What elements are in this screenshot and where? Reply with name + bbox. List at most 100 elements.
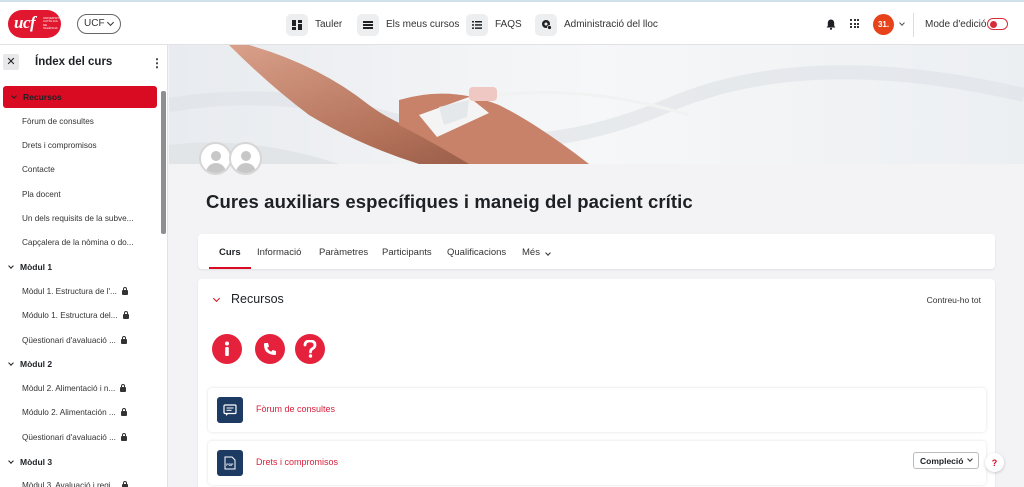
- course-image-placeholder: [229, 142, 262, 175]
- section-card: Recursos Contreu-ho tot Fòrum de consult…: [198, 279, 995, 487]
- pdf-icon: PDF: [217, 450, 243, 476]
- chevron-down-icon[interactable]: [8, 457, 14, 464]
- header-photo: [169, 45, 1024, 164]
- kebab-menu-icon[interactable]: ⋮: [151, 56, 163, 70]
- index-label: Recursos: [23, 92, 62, 102]
- courses-icon: [357, 13, 379, 36]
- admin-gear-icon: [535, 13, 557, 36]
- nav-site-admin[interactable]: Administració del lloc: [535, 12, 658, 37]
- index-item[interactable]: Drets i compromisos: [0, 135, 161, 157]
- nav-site-admin-label: Administració del lloc: [564, 19, 658, 30]
- index-label: Módulo 1. Estructura del...: [22, 311, 118, 321]
- index-label: Un dels requisits de la subve...: [22, 214, 134, 223]
- nav-dashboard[interactable]: Tauler: [286, 12, 342, 37]
- nav-dashboard-label: Tauler: [315, 19, 343, 30]
- index-section[interactable]: Recursos: [3, 86, 157, 108]
- nav-faqs[interactable]: FAQS: [466, 12, 522, 37]
- toggle-knob: [990, 20, 997, 28]
- forum-icon: [217, 397, 243, 423]
- user-avatar[interactable]: 31.: [873, 14, 894, 35]
- phone-icon[interactable]: [255, 334, 285, 364]
- course-index-drawer: ✕ Índex del curs ⋮ Recursos Fòrum de cons…: [0, 45, 168, 487]
- index-section[interactable]: Mòdul 1: [0, 256, 161, 278]
- scrollbar[interactable]: [161, 91, 166, 234]
- completion-dropdown[interactable]: Compleció: [913, 452, 980, 469]
- info-icon[interactable]: [212, 334, 242, 364]
- top-navbar: ucf UNIVERSITAT CATÒLICA DE VALÈNCIA UCF…: [0, 0, 1024, 45]
- activity-link[interactable]: Fòrum de consultes: [256, 404, 335, 414]
- index-item[interactable]: Mòdul 1. Estructura de l'...: [0, 280, 161, 302]
- bell-icon[interactable]: [826, 17, 836, 35]
- question-icon[interactable]: [295, 334, 325, 364]
- lock-icon: [121, 286, 128, 295]
- index-item[interactable]: Fòrum de consultes: [0, 110, 161, 132]
- section-title[interactable]: Recursos: [231, 292, 284, 306]
- lock-icon: [120, 384, 127, 393]
- index-item[interactable]: Qüestionari d'avaluació ...: [0, 329, 161, 351]
- completion-label: Compleció: [920, 455, 964, 466]
- page-title: Cures auxiliars específiques i maneig de…: [206, 191, 693, 212]
- index-label: Qüestionari d'avaluació ...: [22, 335, 116, 345]
- activity-forum[interactable]: Fòrum de consultes: [208, 388, 986, 432]
- apps-grid-icon[interactable]: [850, 19, 859, 28]
- help-button[interactable]: ?: [985, 453, 1004, 472]
- ucf-logo[interactable]: ucf UNIVERSITAT CATÒLICA DE VALÈNCIA: [8, 10, 63, 38]
- index-label: Mòdul 1. Estructura de l'...: [22, 286, 117, 296]
- tab-parameters[interactable]: Paràmetres: [319, 234, 368, 269]
- section-collapse-chevron-icon[interactable]: [212, 294, 221, 303]
- index-section[interactable]: Mòdul 2: [0, 353, 161, 375]
- lock-icon: [120, 408, 127, 417]
- index-item[interactable]: Módulo 2. Alimentación ...: [0, 402, 161, 424]
- index-label: Contacte: [22, 165, 55, 175]
- category-dropdown-button[interactable]: UCF: [77, 14, 121, 34]
- svg-text:PDF: PDF: [226, 463, 234, 467]
- logo-text: ucf: [14, 13, 36, 32]
- index-label: Drets i compromisos: [22, 141, 97, 151]
- chevron-down-icon[interactable]: [8, 263, 14, 269]
- tab-information[interactable]: Informació: [257, 234, 301, 269]
- lock-icon: [120, 335, 127, 344]
- index-label: Mòdul 3. Avaluació i regi...: [22, 481, 118, 487]
- category-label: UCF: [84, 18, 105, 29]
- chevron-down-icon[interactable]: [11, 93, 17, 99]
- nav-my-courses[interactable]: Els meus cursos: [357, 12, 459, 37]
- course-image-placeholder: [199, 142, 232, 175]
- index-label: Mòdul 1: [20, 262, 53, 273]
- tab-course[interactable]: Curs: [209, 234, 251, 269]
- index-label: Pla docent: [22, 189, 61, 199]
- index-item[interactable]: Mòdul 2. Alimentació i n...: [0, 378, 161, 400]
- dashboard-icon: [286, 13, 308, 36]
- index-item[interactable]: Capçalera de la nòmina o do...: [0, 232, 161, 254]
- index-item[interactable]: Pla docent: [0, 183, 161, 205]
- chevron-down-icon[interactable]: [899, 20, 905, 26]
- index-label: Capçalera de la nòmina o do...: [22, 238, 134, 248]
- list-icon: [466, 13, 488, 36]
- index-section[interactable]: Mòdul 3: [0, 451, 161, 473]
- index-label: Módulo 2. Alimentación ...: [22, 408, 116, 418]
- index-label: Mòdul 2. Alimentació i n...: [22, 384, 116, 394]
- logo-tagline: UNIVERSITAT CATÒLICA DE VALÈNCIA: [43, 16, 63, 31]
- tab-participants[interactable]: Participants: [382, 234, 432, 269]
- index-item[interactable]: Mòdul 3. Avaluació i regi...: [0, 475, 161, 487]
- activity-link[interactable]: Drets i compromisos: [256, 457, 338, 467]
- tab-grades[interactable]: Qualificacions: [447, 234, 506, 269]
- close-drawer-button[interactable]: ✕: [3, 54, 19, 70]
- drawer-title: Índex del curs: [35, 56, 113, 68]
- nav-faqs-label: FAQS: [495, 19, 522, 30]
- lock-icon: [120, 432, 127, 441]
- index-item[interactable]: Un dels requisits de la subve...: [0, 208, 161, 230]
- course-header-image: [169, 45, 1024, 164]
- collapse-all-link[interactable]: Contreu-ho tot: [927, 295, 981, 305]
- index-item[interactable]: Módulo 1. Estructura del...: [0, 305, 161, 327]
- lock-icon: [122, 311, 129, 320]
- index-label: Mòdul 2: [20, 359, 53, 370]
- index-item[interactable]: Qüestionari d'avaluació ...: [0, 426, 161, 448]
- index-label: Fòrum de consultes: [22, 116, 94, 126]
- tab-more[interactable]: Més: [522, 234, 551, 269]
- course-tabs: Curs Informació Paràmetres Participants …: [198, 234, 995, 269]
- index-label: Mòdul 3: [20, 456, 53, 467]
- index-item[interactable]: Contacte: [0, 159, 161, 181]
- activity-pdf[interactable]: PDF Drets i compromisos: [208, 441, 986, 485]
- chevron-down-icon[interactable]: [8, 360, 14, 367]
- edit-mode-toggle[interactable]: [987, 18, 1008, 30]
